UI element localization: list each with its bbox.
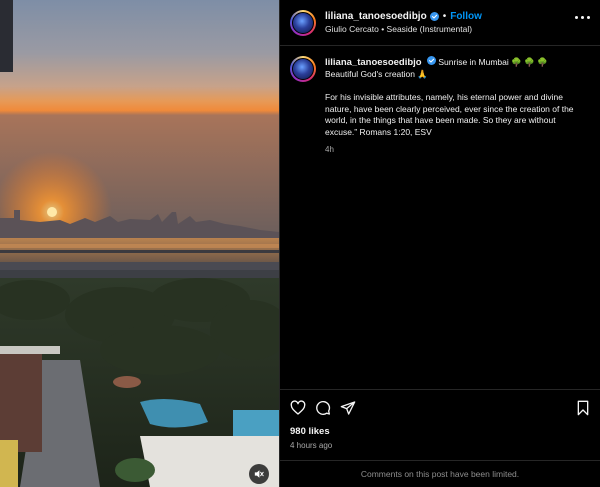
post-header: liliana_tanoesoedibjo • Follow Giulio Ce…: [280, 0, 600, 46]
caption-verse: For his invisible attributes, namely, hi…: [325, 92, 574, 137]
username-link[interactable]: liliana_tanoesoedibjo: [325, 11, 427, 22]
separator-dot: •: [442, 11, 447, 22]
post-caption: liliana_tanoesoedibjo Sunrise in Mumbai …: [280, 46, 600, 156]
heart-icon[interactable]: [290, 400, 306, 416]
post-timestamp[interactable]: 4 hours ago: [290, 441, 590, 450]
post-photo[interactable]: [0, 0, 279, 487]
likes-count[interactable]: 980 likes: [290, 426, 590, 437]
caption-avatar[interactable]: [290, 56, 316, 82]
verified-badge-icon: [426, 56, 436, 65]
follow-button[interactable]: Follow: [450, 11, 482, 22]
action-row: [290, 399, 590, 417]
sunrise-photo: [0, 0, 279, 487]
caption-timestamp[interactable]: 4h: [325, 144, 585, 156]
post-side-panel: liliana_tanoesoedibjo • Follow Giulio Ce…: [279, 0, 600, 487]
caption-line-2: Beautiful God's creation 🙏: [325, 68, 428, 79]
speaker-muted-icon: [254, 470, 264, 478]
caption-username[interactable]: liliana_tanoesoedibjo: [325, 57, 422, 68]
verified-badge-icon: [429, 12, 439, 21]
audio-track-link[interactable]: Giulio Cercato • Seaside (Instrumental): [325, 24, 482, 34]
comments-limited-notice: Comments on this post have been limited.: [280, 460, 600, 487]
comment-icon[interactable]: [315, 400, 331, 416]
mute-button[interactable]: [249, 464, 269, 484]
avatar[interactable]: [290, 9, 316, 36]
more-icon[interactable]: [575, 16, 590, 19]
bookmark-icon[interactable]: [576, 400, 590, 416]
share-icon[interactable]: [340, 400, 356, 416]
caption-line-1: Sunrise in Mumbai 🌳 🌳 🌳: [438, 57, 548, 67]
engagement-section: 980 likes 4 hours ago: [280, 389, 600, 450]
